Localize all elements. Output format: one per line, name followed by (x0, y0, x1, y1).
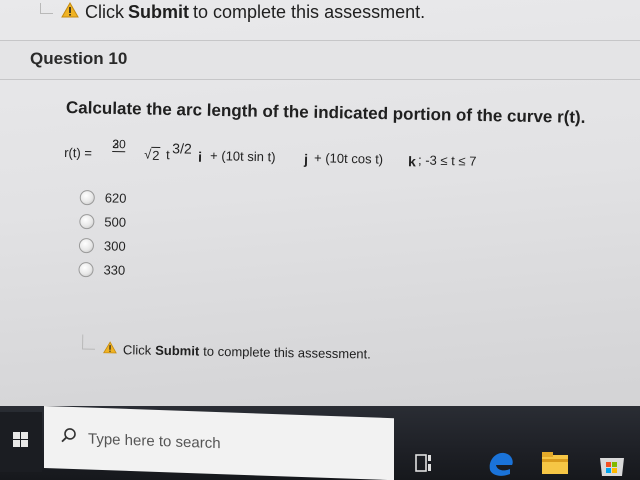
windows-icon (13, 432, 28, 447)
answer-option[interactable]: 300 (78, 233, 126, 258)
submit-notice-bottom: Click Submit to complete this assessment… (82, 333, 371, 362)
submit-notice-top: Click Submit to complete this assessment… (40, 1, 426, 23)
equation-j-term: + (10t sin t) (209, 148, 276, 165)
answer-option-label: 620 (104, 189, 127, 206)
notice-submit-link[interactable]: Submit (128, 2, 189, 23)
windows-taskbar: Type here to search (0, 406, 640, 480)
search-icon (60, 426, 78, 450)
answer-option-label: 330 (103, 261, 126, 278)
unit-vector-k: k (407, 153, 417, 170)
answer-options: 620 500 300 330 (78, 185, 127, 282)
hook-arrow-icon (40, 3, 53, 14)
unit-vector-i: i (197, 148, 203, 165)
answer-option[interactable]: 330 (78, 257, 125, 282)
radio-button[interactable] (79, 189, 95, 205)
hook-arrow-icon (82, 333, 96, 350)
radio-button[interactable] (78, 237, 95, 253)
notice-submit-link[interactable]: Submit (155, 342, 199, 358)
fraction-denominator: 3 (112, 137, 120, 152)
equation-range: ; -3 ≤ t ≤ 7 (417, 152, 477, 169)
equation-lhs: r(t) = (64, 145, 93, 161)
warning-icon (103, 341, 117, 357)
radio-button[interactable] (78, 261, 94, 277)
question-title: Question 10 (30, 49, 128, 68)
question-prompt: Calculate the arc length of the indicate… (65, 98, 586, 127)
warning-icon (61, 1, 79, 23)
store-icon[interactable] (596, 450, 628, 480)
notice-prefix: Click (85, 2, 124, 22)
curve-equation: r(t) = 20 3 √ 2 t 3/2 i + (10t sin t) j +… (63, 136, 534, 196)
taskbar-search-box[interactable]: Type here to search (44, 406, 394, 480)
answer-option-label: 500 (104, 213, 127, 230)
sqrt-radicand: 2 (151, 146, 161, 164)
radio-button[interactable] (79, 213, 95, 229)
file-explorer-icon[interactable] (540, 450, 572, 480)
equation-power: 3/2 (172, 140, 192, 157)
edge-icon[interactable] (486, 450, 516, 480)
search-placeholder: Type here to search (88, 430, 221, 452)
start-button[interactable] (0, 412, 42, 472)
equation-sqrt: √ 2 (144, 146, 161, 164)
equation-t: t (165, 147, 170, 163)
answer-option-label: 300 (103, 237, 126, 254)
answer-option[interactable]: 620 (79, 185, 127, 210)
notice-suffix: to complete this assessment. (203, 343, 371, 362)
answer-option[interactable]: 500 (79, 209, 126, 234)
task-view-icon[interactable] (414, 452, 438, 479)
notice-prefix: Click (122, 341, 152, 358)
unit-vector-j: j (303, 151, 309, 168)
notice-suffix: to complete this assessment. (193, 2, 426, 22)
equation-k-term: + (10t cos t) (313, 150, 384, 167)
browser-page: Click Submit to complete this assessment… (0, 0, 640, 480)
